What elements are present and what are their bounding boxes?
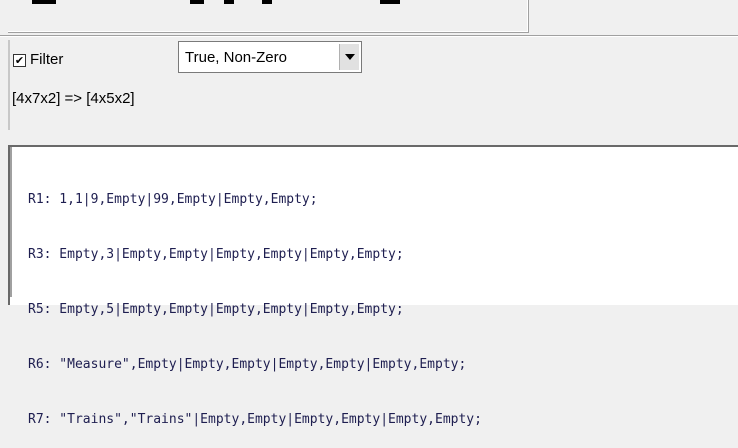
- result-row: R6: "Measure",Empty|Empty,Empty|Empty,Em…: [28, 357, 467, 372]
- toolbar-area: [0, 0, 738, 35]
- filter-label[interactable]: Filter: [30, 51, 63, 68]
- filter-mode-select[interactable]: True, Non-Zero: [178, 41, 362, 73]
- result-box-edge: [10, 147, 12, 297]
- clipped-text-fragment: [32, 0, 56, 4]
- chevron-down-icon: [345, 54, 355, 60]
- result-row: R5: Empty,5|Empty,Empty|Empty,Empty|Empt…: [28, 302, 404, 317]
- dropdown-button[interactable]: [339, 44, 359, 70]
- header-panel: [8, 0, 529, 33]
- pane-edge: [8, 40, 10, 130]
- result-rows: R1: 1,1|9,Empty|99,Empty|Empty,Empty; R3…: [28, 155, 482, 448]
- result-row: R7: "Trains","Trains"|Empty,Empty|Empty,…: [28, 412, 482, 427]
- clipped-text-fragment: [262, 0, 272, 4]
- clipped-text-fragment: [190, 0, 204, 4]
- result-row: R3: Empty,3|Empty,Empty|Empty,Empty|Empt…: [28, 247, 404, 262]
- shape-transform-text: [4x7x2] => [4x5x2]: [12, 90, 135, 107]
- filter-mode-value: True, Non-Zero: [185, 49, 287, 66]
- filter-pane: [0, 37, 738, 127]
- result-row: R1: 1,1|9,Empty|99,Empty|Empty,Empty;: [28, 192, 318, 207]
- clipped-text-fragment: [380, 0, 400, 4]
- filter-checkbox[interactable]: ✔: [13, 54, 26, 67]
- clipped-text-fragment: [224, 0, 234, 4]
